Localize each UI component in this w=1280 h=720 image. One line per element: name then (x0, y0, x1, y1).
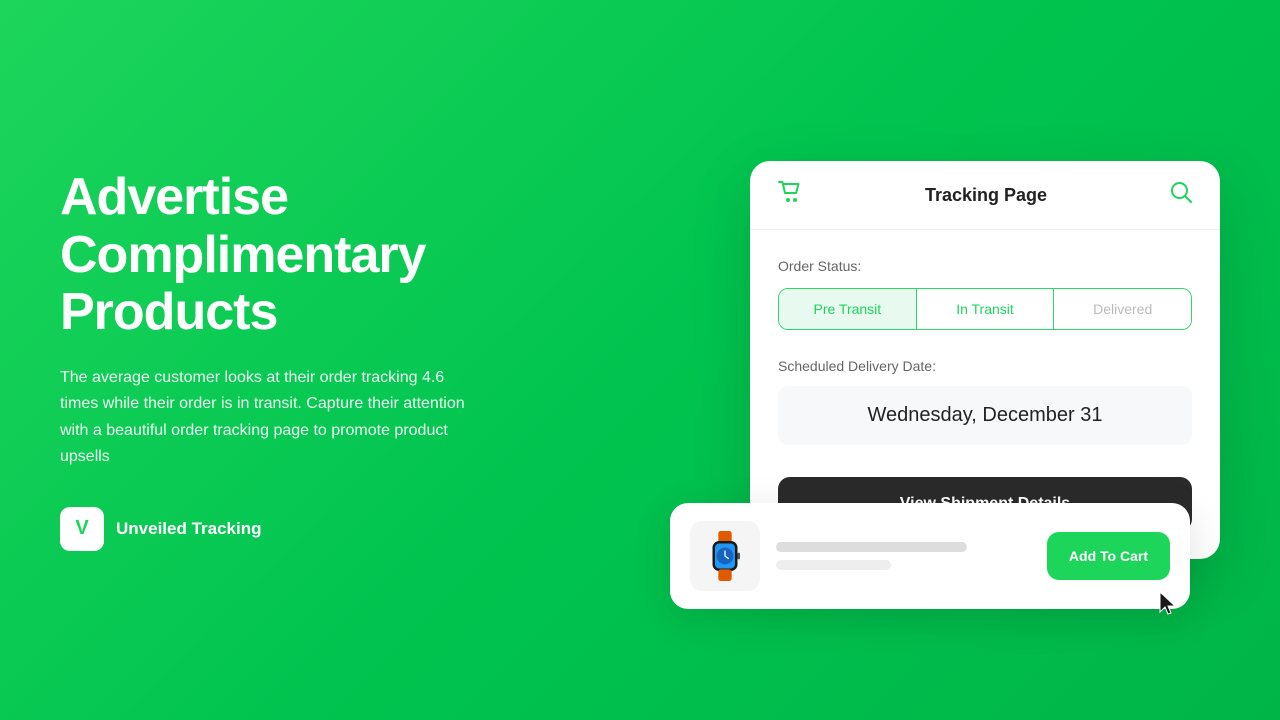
product-line-1 (776, 542, 967, 552)
card-title: Tracking Page (925, 185, 1047, 206)
search-icon[interactable] (1170, 181, 1192, 209)
cursor-icon (1156, 590, 1180, 627)
tab-pre-transit[interactable]: Pre Transit (779, 289, 917, 329)
product-info (776, 542, 1031, 570)
product-image (690, 521, 760, 591)
tracking-card: Tracking Page Order Status: Pre Transit … (750, 161, 1220, 559)
delivery-label: Scheduled Delivery Date: (778, 358, 1192, 374)
brand-logo: V (60, 507, 104, 551)
brand-name: Unveiled Tracking (116, 519, 262, 539)
tab-in-transit[interactable]: In Transit (917, 289, 1055, 329)
product-line-2 (776, 560, 891, 570)
upsell-card: Add To Cart (670, 503, 1190, 609)
delivery-date: Wednesday, December 31 (868, 404, 1103, 426)
card-header: Tracking Page (750, 161, 1220, 230)
headline: Advertise Complimentary Products (60, 169, 540, 341)
delivery-date-box: Wednesday, December 31 (778, 386, 1192, 445)
status-tabs: Pre Transit In Transit Delivered (778, 288, 1192, 330)
order-status-label: Order Status: (778, 258, 1192, 274)
cart-icon (778, 181, 802, 209)
description: The average customer looks at their orde… (60, 365, 480, 471)
left-panel: Advertise Complimentary Products The ave… (60, 169, 540, 550)
brand: V Unveiled Tracking (60, 507, 540, 551)
add-to-cart-button[interactable]: Add To Cart (1047, 532, 1170, 580)
right-panel: Tracking Page Order Status: Pre Transit … (750, 161, 1220, 559)
card-body: Order Status: Pre Transit In Transit Del… (750, 230, 1220, 477)
tab-delivered[interactable]: Delivered (1054, 289, 1191, 329)
